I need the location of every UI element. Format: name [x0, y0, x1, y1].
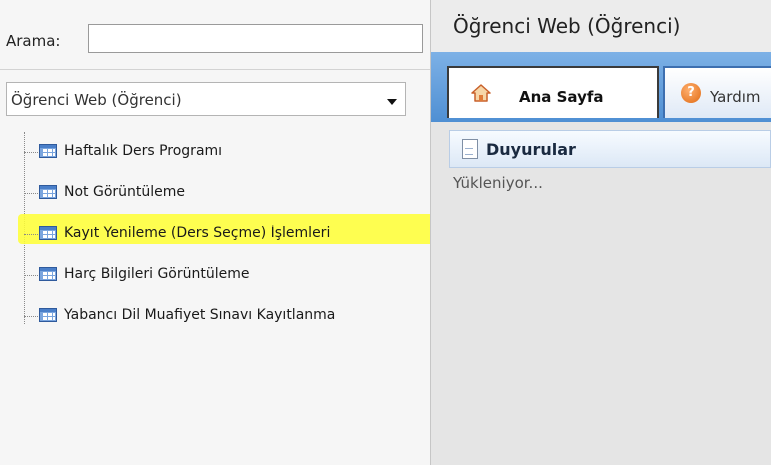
loading-status: Yükleniyor... — [453, 174, 543, 192]
tree-item-label: Haftalık Ders Programı — [64, 143, 223, 159]
module-select-value: Öğrenci Web (Öğrenci) — [11, 91, 182, 109]
divider — [0, 69, 430, 70]
app-header: Öğrenci Web (Öğrenci) — [431, 0, 771, 52]
tree-item-grades[interactable]: Not Görüntüleme — [24, 179, 430, 207]
table-icon — [39, 308, 57, 322]
tree-item-fees[interactable]: Harç Bilgileri Görüntüleme — [24, 261, 430, 289]
dropdown-caret-icon — [387, 99, 397, 105]
tree-connector — [24, 275, 38, 276]
table-icon — [39, 226, 57, 240]
search-label: Arama: — [6, 32, 61, 50]
tree-item-language-exemption[interactable]: Yabancı Dil Muafiyet Sınavı Kayıtlanma — [24, 302, 430, 330]
tree-item-label: Not Görüntüleme — [64, 184, 186, 200]
tab-label: Yardım — [710, 88, 761, 106]
menu-tree: Haftalık Ders Programı Not Görüntüleme K… — [0, 124, 430, 344]
home-icon — [471, 84, 491, 102]
table-icon — [39, 185, 57, 199]
main-panel: Öğrenci Web (Öğrenci) Ana Sayfa ? Yardım… — [431, 0, 771, 465]
tree-connector — [24, 152, 38, 153]
tree-item-label: Harç Bilgileri Görüntüleme — [64, 266, 250, 282]
announcements-header[interactable]: Duyurular — [449, 130, 771, 168]
tree-item-label: Yabancı Dil Muafiyet Sınavı Kayıtlanma — [64, 307, 336, 323]
help-icon: ? — [681, 83, 701, 103]
content-area: Duyurular Yükleniyor... — [431, 122, 771, 465]
module-select[interactable]: Öğrenci Web (Öğrenci) — [6, 82, 406, 116]
tab-help[interactable]: ? Yardım — [663, 66, 771, 118]
app-title: Öğrenci Web (Öğrenci) — [453, 14, 681, 38]
announcements-title: Duyurular — [486, 140, 576, 159]
tab-label: Ana Sayfa — [519, 88, 604, 106]
tree-connector — [24, 234, 38, 235]
search-input[interactable] — [88, 24, 423, 53]
search-row: Arama: — [0, 20, 430, 60]
tree-item-label: Kayıt Yenileme (Ders Seçme) İşlemleri — [64, 225, 331, 241]
tree-item-weekly-schedule[interactable]: Haftalık Ders Programı — [24, 138, 430, 166]
tree-item-course-registration[interactable]: Kayıt Yenileme (Ders Seçme) İşlemleri — [24, 220, 430, 248]
table-icon — [39, 267, 57, 281]
tree-connector — [24, 193, 38, 194]
tree-connector — [24, 316, 38, 317]
navigation-panel: Arama: Öğrenci Web (Öğrenci) Haftalık De… — [0, 0, 431, 465]
tab-home[interactable]: Ana Sayfa — [447, 66, 659, 118]
table-icon — [39, 144, 57, 158]
document-icon — [462, 139, 478, 159]
